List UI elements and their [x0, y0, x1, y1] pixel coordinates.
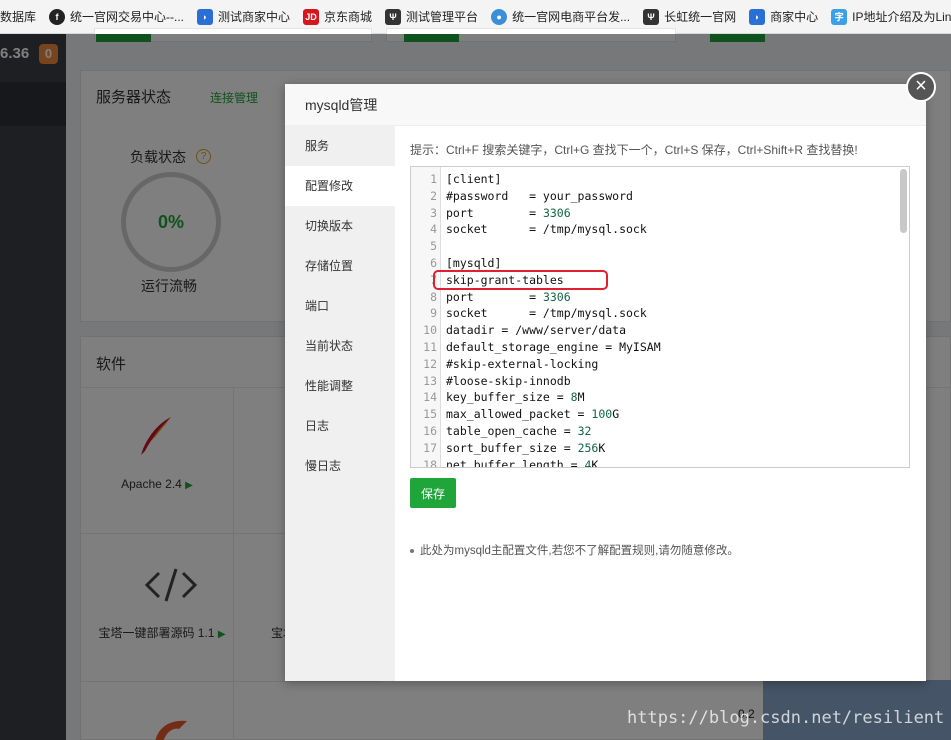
line-number: 5 [430, 239, 437, 254]
bookmark-label: 京东商城 [324, 10, 373, 24]
bookmark-label: 商家中心 [770, 10, 819, 24]
line-number: 4 [430, 222, 437, 237]
code-text: [client] [446, 172, 502, 186]
code-line[interactable]: 9 socket = /tmp/mysql.sock [411, 305, 897, 322]
editor-tip: 提示：Ctrl+F 搜索关键字，Ctrl+G 查找下一个，Ctrl+S 保存，C… [410, 143, 858, 157]
bookmark-item[interactable]: ● 统一官网电商平台发... [491, 8, 630, 25]
line-number: 11 [423, 339, 437, 354]
config-note-text: 此处为mysqld主配置文件,若您不了解配置规则,请勿随意修改。 [420, 545, 739, 557]
menu-item[interactable]: 服务 [285, 126, 395, 166]
line-number: 2 [430, 188, 437, 203]
code-text: table_open_cache = 32 [446, 423, 592, 438]
modal-content: 提示：Ctrl+F 搜索关键字，Ctrl+G 查找下一个，Ctrl+S 保存，C… [395, 126, 926, 681]
line-number: 14 [423, 390, 437, 405]
antler-icon: Ψ [385, 8, 402, 25]
code-text: datadir = /www/server/data [446, 323, 627, 338]
globe-icon: ● [491, 8, 508, 25]
code-text: sort_buffer_size = 256K [446, 440, 606, 455]
menu-item[interactable]: 配置修改 [285, 166, 395, 206]
code-line[interactable]: 18 net_buffer_length = 4K [411, 457, 897, 468]
line-number: 1 [430, 172, 437, 186]
bookmark-label: 数据库 [0, 10, 37, 24]
bookmark-item[interactable]: ◗ 商家中心 [749, 8, 818, 25]
code-line[interactable]: 11 default_storage_engine = MyISAM [411, 339, 897, 356]
code-line[interactable]: 3 port = 3306 [411, 205, 897, 222]
editor-scrollbar[interactable] [900, 169, 907, 233]
code-text: #skip-external-locking [446, 356, 599, 371]
code-text: port = 3306 [446, 205, 571, 220]
close-icon[interactable]: × [906, 72, 936, 102]
highlight-annotation [433, 270, 608, 290]
menu-item[interactable]: 切换版本 [285, 206, 395, 246]
zi-icon: 字 [831, 8, 848, 25]
menu-item[interactable]: 存储位置 [285, 246, 395, 286]
code-text: max_allowed_packet = 100G [446, 407, 620, 422]
config-note: 此处为mysqld主配置文件,若您不了解配置规则,请勿随意修改。 [410, 542, 739, 558]
code-line[interactable]: 16 table_open_cache = 32 [411, 423, 897, 440]
bookmark-item[interactable]: ◗ 测试商家中心 [197, 8, 290, 25]
line-number: 13 [423, 373, 437, 388]
mysqld-modal: mysqld管理 服务 配置修改 切换版本 存储位置 端口 当前状态 性能调整 日志 慢日志 提… [285, 84, 926, 681]
bookmark-item[interactable]: Ψ 长虹统一官网 [643, 8, 736, 25]
code-line[interactable]: 5 [411, 238, 897, 255]
bookmark-item[interactable]: 数据库 [0, 8, 36, 25]
editor-lines[interactable]: 1 [client] 2 #password = your_password 3 port… [411, 171, 897, 468]
save-button[interactable]: 保存 [410, 478, 456, 508]
config-editor[interactable]: 1 [client] 2 #password = your_password 3 port… [410, 166, 910, 468]
line-number: 9 [430, 306, 437, 321]
code-line[interactable]: 1 [client] [411, 171, 897, 188]
bookmark-label: 测试管理平台 [406, 10, 479, 24]
code-line[interactable]: 10 datadir = /www/server/data [411, 322, 897, 339]
line-number: 17 [423, 440, 437, 455]
modal-menu: 服务 配置修改 切换版本 存储位置 端口 当前状态 性能调整 日志 慢日志 [285, 126, 395, 681]
code-line[interactable]: 13 #loose-skip-innodb [411, 373, 897, 390]
code-line[interactable]: 15 max_allowed_packet = 100G [411, 406, 897, 423]
bookmark-item[interactable]: JD 京东商城 [303, 8, 372, 25]
code-line[interactable]: 17 sort_buffer_size = 256K [411, 440, 897, 457]
code-text: socket = /tmp/mysql.sock [446, 306, 647, 321]
bookmark-label: 统一官网交易中心--... [70, 10, 185, 24]
code-text: port = 3306 [446, 289, 571, 304]
bird-icon: ◗ [197, 8, 214, 25]
bookmark-label: 统一官网电商平台发... [512, 10, 631, 24]
menu-item[interactable]: 端口 [285, 286, 395, 326]
modal-title: mysqld管理 [285, 84, 926, 126]
line-number: 8 [430, 289, 437, 304]
bookmark-label: IP地址介绍及为Linux... [852, 10, 951, 24]
code-line[interactable]: 4 socket = /tmp/mysql.sock [411, 221, 897, 238]
watermark: https://blog.csdn.net/resilient [627, 708, 945, 728]
bookmark-item[interactable]: f 统一官网交易中心--... [49, 8, 184, 25]
code-text: socket = /tmp/mysql.sock [446, 222, 647, 237]
bookmark-item[interactable]: 字 IP地址介绍及为Linux... [831, 8, 951, 25]
line-number: 3 [430, 205, 437, 220]
bookmark-item[interactable]: Ψ 测试管理平台 [385, 8, 478, 25]
bird-icon: ◗ [749, 8, 766, 25]
line-number: 16 [423, 423, 437, 438]
bullet-icon [410, 548, 414, 553]
antler-icon: Ψ [643, 8, 660, 25]
bookmark-label: 长虹统一官网 [664, 10, 737, 24]
code-text: #loose-skip-innodb [446, 373, 571, 388]
circle-f-icon: f [49, 8, 66, 25]
line-number: 10 [423, 323, 437, 338]
code-text: default_storage_engine = MyISAM [446, 339, 661, 354]
bookmark-label: 测试商家中心 [218, 10, 291, 24]
line-number: 15 [423, 407, 437, 422]
code-text: key_buffer_size = 8M [446, 390, 585, 405]
code-line[interactable]: 2 #password = your_password [411, 188, 897, 205]
code-text: #password = your_password [446, 188, 633, 203]
menu-item[interactable]: 性能调整 [285, 366, 395, 406]
code-line[interactable]: 8 port = 3306 [411, 289, 897, 306]
code-line[interactable]: 12 #skip-external-locking [411, 356, 897, 373]
menu-item[interactable]: 慢日志 [285, 446, 395, 486]
jd-icon: JD [303, 8, 320, 25]
line-number: 18 [423, 457, 437, 468]
menu-item[interactable]: 日志 [285, 406, 395, 446]
line-number: 12 [423, 356, 437, 371]
code-text: net_buffer_length = 4K [446, 457, 599, 468]
code-line[interactable]: 14 key_buffer_size = 8M [411, 389, 897, 406]
menu-item[interactable]: 当前状态 [285, 326, 395, 366]
